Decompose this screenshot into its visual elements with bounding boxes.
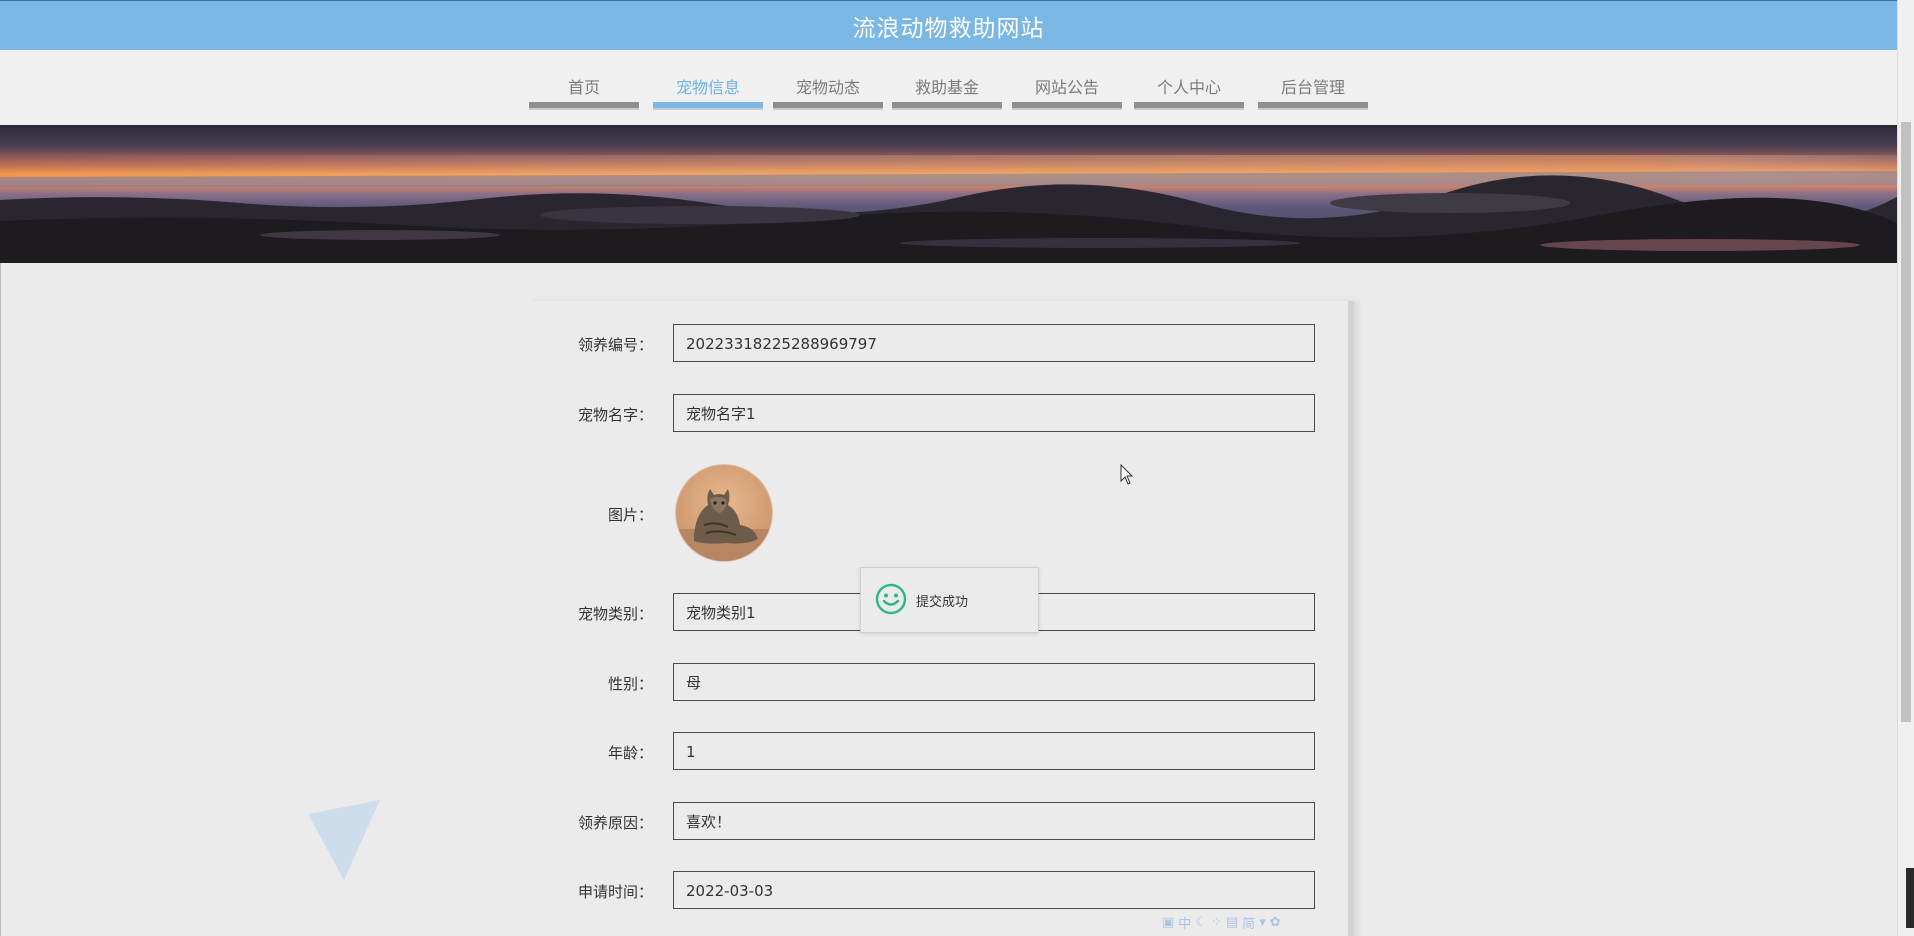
nav-label: 宠物信息 [675,78,740,97]
nav-item-home[interactable]: 首页 [529,50,639,114]
pet-category-label: 宠物类别： [577,605,653,623]
main-nav: 首页 宠物信息 宠物动态 救助基金 网站公告 个人中心 后台管理 [0,50,1897,125]
nav-label: 首页 [567,78,600,97]
page: 流浪动物救助网站 首页 宠物信息 宠物动态 救助基金 网站公告 个人中心 后台管… [0,0,1914,936]
form-row-pet-name: 宠物名字： 宠物名字1 [528,394,1320,434]
form-row-gender: 性别： 母 [528,663,1320,703]
keyboard-icon: ▤ [1225,914,1239,930]
mouse-cursor-icon [1120,464,1134,485]
nav-item-pet-news[interactable]: 宠物动态 [773,50,883,114]
nav-underline [892,102,1002,110]
form-row-age: 年龄： 1 [528,732,1320,772]
nav-item-admin[interactable]: 后台管理 [1258,50,1368,114]
adoption-reason-label: 领养原因： [577,814,653,832]
nav-label: 宠物动态 [795,78,860,97]
nav-item-personal-center[interactable]: 个人中心 [1134,50,1244,114]
pet-photo[interactable] [675,464,773,562]
nav-underline [1012,102,1122,110]
ime-label: 简 [1242,916,1256,932]
adoption-id-field[interactable]: 20223318225288969797 [673,324,1315,362]
apply-time-field[interactable]: 2022-03-03 [673,871,1315,909]
site-title: 流浪动物救助网站 [852,16,1045,42]
moon-icon: ☾ [1195,914,1207,930]
decorative-triangle-icon [308,800,380,880]
age-label: 年龄： [607,744,653,762]
ime-toolbar: ▣ 中 ☾ ⁘ ▤ 简 ▾ ✿ [1162,913,1362,932]
gender-label: 性别： [607,675,653,693]
form-row-adoption-id: 领养编号： 20223318225288969797 [528,324,1320,364]
banner-image [0,125,1897,263]
ime-label: 中 [1178,916,1192,932]
nav-label: 救助基金 [914,78,979,97]
side-widget-handle[interactable] [1906,868,1914,928]
nav-underline [1134,102,1244,110]
shirt-icon: ▾ [1259,914,1266,930]
form-row-image: 图片： [528,464,1320,564]
image-label: 图片： [607,506,653,524]
nav-underline [653,102,763,110]
age-field[interactable]: 1 [673,732,1315,770]
nav-underline [773,102,883,110]
apply-time-label: 申请时间： [577,883,653,901]
form-row-apply-time: 申请时间： 2022-03-03 [528,871,1320,911]
nav-item-rescue-fund[interactable]: 救助基金 [892,50,1002,114]
gender-field[interactable]: 母 [673,663,1315,701]
adoption-id-label: 领养编号： [577,336,653,354]
site-header: 流浪动物救助网站 [0,0,1897,51]
scrollbar-thumb[interactable] [1901,122,1911,722]
success-toast: 提交成功 [860,567,1039,633]
nav-label: 个人中心 [1156,78,1221,97]
nav-label: 后台管理 [1280,78,1345,97]
pet-name-label: 宠物名字： [577,406,653,424]
nav-underline [529,102,639,110]
nav-item-announcements[interactable]: 网站公告 [1012,50,1122,114]
nav-label: 网站公告 [1034,78,1099,97]
ime-logo-icon: ▣ [1162,914,1175,930]
toast-message: 提交成功 [916,595,969,610]
dots-icon: ⁘ [1210,914,1222,930]
vertical-scrollbar[interactable] [1897,0,1914,936]
nav-item-pet-info[interactable]: 宠物信息 [653,50,763,114]
form-row-adoption-reason: 领养原因： 喜欢！ [528,802,1320,842]
smile-icon [875,583,907,615]
gear-icon: ✿ [1269,914,1281,930]
nav-underline [1258,102,1368,110]
adoption-reason-field[interactable]: 喜欢！ [673,802,1315,840]
pet-name-field[interactable]: 宠物名字1 [673,394,1315,432]
